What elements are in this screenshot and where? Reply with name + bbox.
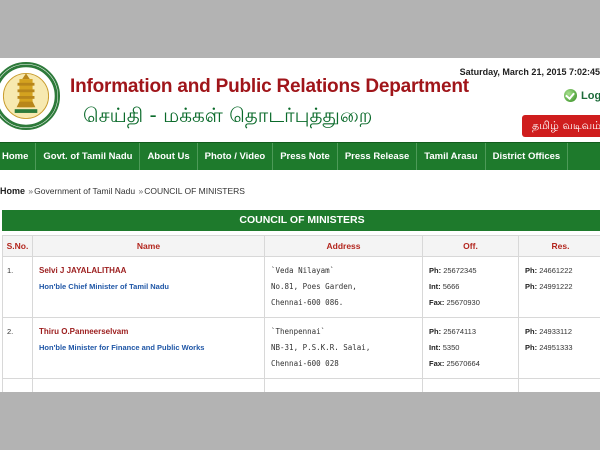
address-line: Chennai-600 028 — [271, 359, 339, 368]
row-name-cell: Thiru O.Panneerselvam Hon'ble Minister f… — [32, 317, 265, 379]
ph-label: Ph: — [525, 282, 538, 291]
tamil-version-button[interactable]: தமிழ் வடிவம் — [522, 115, 600, 137]
address-line: `Veda Nilayam` — [271, 266, 335, 275]
nav-press-note[interactable]: Press Note — [273, 143, 338, 170]
council-title: COUNCIL OF MINISTERS — [2, 210, 600, 231]
department-title-english: Information and Public Relations Departm… — [70, 76, 469, 97]
row-address-cell: `Veda Nilayam` No.81, Poes Garden, Chenn… — [264, 256, 423, 318]
nav-about-us[interactable]: About Us — [140, 143, 198, 170]
int-label: Int: — [429, 343, 441, 352]
table-row — [2, 378, 600, 392]
minister-name[interactable]: Thiru O.Panneerselvam — [39, 324, 258, 340]
row-residence-cell: Ph: 24661222 Ph: 24991222 — [518, 256, 600, 318]
ph-label: Ph: — [525, 266, 538, 275]
main-nav: Home Govt. of Tamil Nadu About Us Photo … — [0, 142, 600, 170]
breadcrumb-current: COUNCIL OF MINISTERS — [144, 186, 245, 196]
nav-photo-video[interactable]: Photo / Video — [198, 143, 274, 170]
breadcrumb-separator: » — [28, 186, 34, 196]
site-header: Information and Public Relations Departm… — [0, 58, 600, 142]
office-phone: 25674113 — [443, 327, 476, 336]
nav-govt-of-tamil-nadu[interactable]: Govt. of Tamil Nadu — [36, 143, 141, 170]
nav-district-offices[interactable]: District Offices — [486, 143, 569, 170]
breadcrumb-government[interactable]: Government of Tamil Nadu — [34, 186, 135, 196]
minister-role: Hon'ble Minister for Finance and Public … — [39, 343, 205, 352]
row-address-cell: `Thenpennai` NB-31, P.S.K.R. Salai, Chen… — [264, 317, 423, 379]
minister-role: Hon'ble Chief Minister of Tamil Nadu — [39, 282, 169, 291]
col-sno: S.No. — [2, 235, 33, 257]
office-intercom: 5350 — [442, 343, 460, 352]
login-link[interactable]: Login — [564, 89, 600, 102]
col-address: Address — [264, 235, 423, 257]
ph-label: Ph: — [429, 266, 442, 275]
col-residence: Res. — [518, 235, 600, 257]
row-residence-cell — [518, 378, 600, 392]
int-label: Int: — [429, 282, 441, 291]
table-row: 2. Thiru O.Panneerselvam Hon'ble Ministe… — [2, 317, 600, 379]
council-of-ministers-section: COUNCIL OF MINISTERS S.No. Name Address … — [2, 210, 600, 392]
fax-label: Fax: — [429, 298, 445, 307]
row-sno: 2. — [2, 317, 33, 379]
login-check-icon — [564, 89, 577, 102]
office-phone: 25672345 — [443, 266, 477, 275]
row-residence-cell: Ph: 24933112 Ph: 24951333 — [518, 317, 600, 379]
login-label: Login — [581, 89, 600, 102]
address-line: Chennai-600 086. — [271, 298, 344, 307]
office-fax: 25670930 — [446, 298, 480, 307]
minister-name[interactable]: Selvi J JAYALALITHAA — [39, 263, 258, 279]
department-title-tamil: செய்தி - மக்கள் தொடர்புத்துறை — [83, 103, 373, 127]
ph-label: Ph: — [525, 343, 538, 352]
table-header-row: S.No. Name Address Off. Res. — [2, 235, 600, 257]
breadcrumb-home[interactable]: Home — [0, 186, 25, 196]
breadcrumb: Home »Government of Tamil Nadu »COUNCIL … — [0, 186, 245, 196]
row-name-cell — [32, 378, 265, 392]
table-row: 1. Selvi J JAYALALITHAA Hon'ble Chief Mi… — [2, 256, 600, 318]
residence-phone-2: 24951333 — [539, 343, 573, 352]
tamil-nadu-emblem-logo[interactable] — [0, 62, 60, 130]
residence-phone-2: 24991222 — [539, 282, 573, 291]
nav-tamil-arasu[interactable]: Tamil Arasu — [417, 143, 486, 170]
row-address-cell — [264, 378, 423, 392]
emblem-icon — [0, 64, 58, 128]
address-line: NB-31, P.S.K.R. Salai, — [271, 343, 371, 352]
ministers-table: S.No. Name Address Off. Res. 1. Selvi J … — [2, 235, 600, 392]
row-office-cell: Ph: 25674113 Int: 5350 Fax: 25670664 — [422, 317, 519, 379]
nav-press-release[interactable]: Press Release — [338, 143, 418, 170]
nav-home[interactable]: Home — [0, 143, 37, 170]
fax-label: Fax: — [429, 359, 445, 368]
office-fax: 25670664 — [446, 359, 480, 368]
office-intercom: 5666 — [442, 282, 460, 291]
ph-label: Ph: — [525, 327, 538, 336]
address-line: No.81, Poes Garden, — [271, 282, 357, 291]
address-line: `Thenpennai` — [271, 327, 326, 336]
residence-phone-1: 24933112 — [539, 327, 572, 336]
row-office-cell: Ph: 25672345 Int: 5666 Fax: 25670930 — [422, 256, 519, 318]
row-sno — [2, 378, 33, 392]
current-date: Saturday, March 21, 2015 7:02:45 — [459, 67, 600, 77]
ph-label: Ph: — [429, 327, 442, 336]
residence-phone-1: 24661222 — [539, 266, 573, 275]
page: Information and Public Relations Departm… — [0, 58, 600, 392]
row-name-cell: Selvi J JAYALALITHAA Hon'ble Chief Minis… — [32, 256, 265, 318]
row-office-cell — [422, 378, 519, 392]
row-sno: 1. — [2, 256, 33, 318]
col-office: Off. — [422, 235, 519, 257]
col-name: Name — [32, 235, 265, 257]
breadcrumb-separator: » — [138, 186, 144, 196]
